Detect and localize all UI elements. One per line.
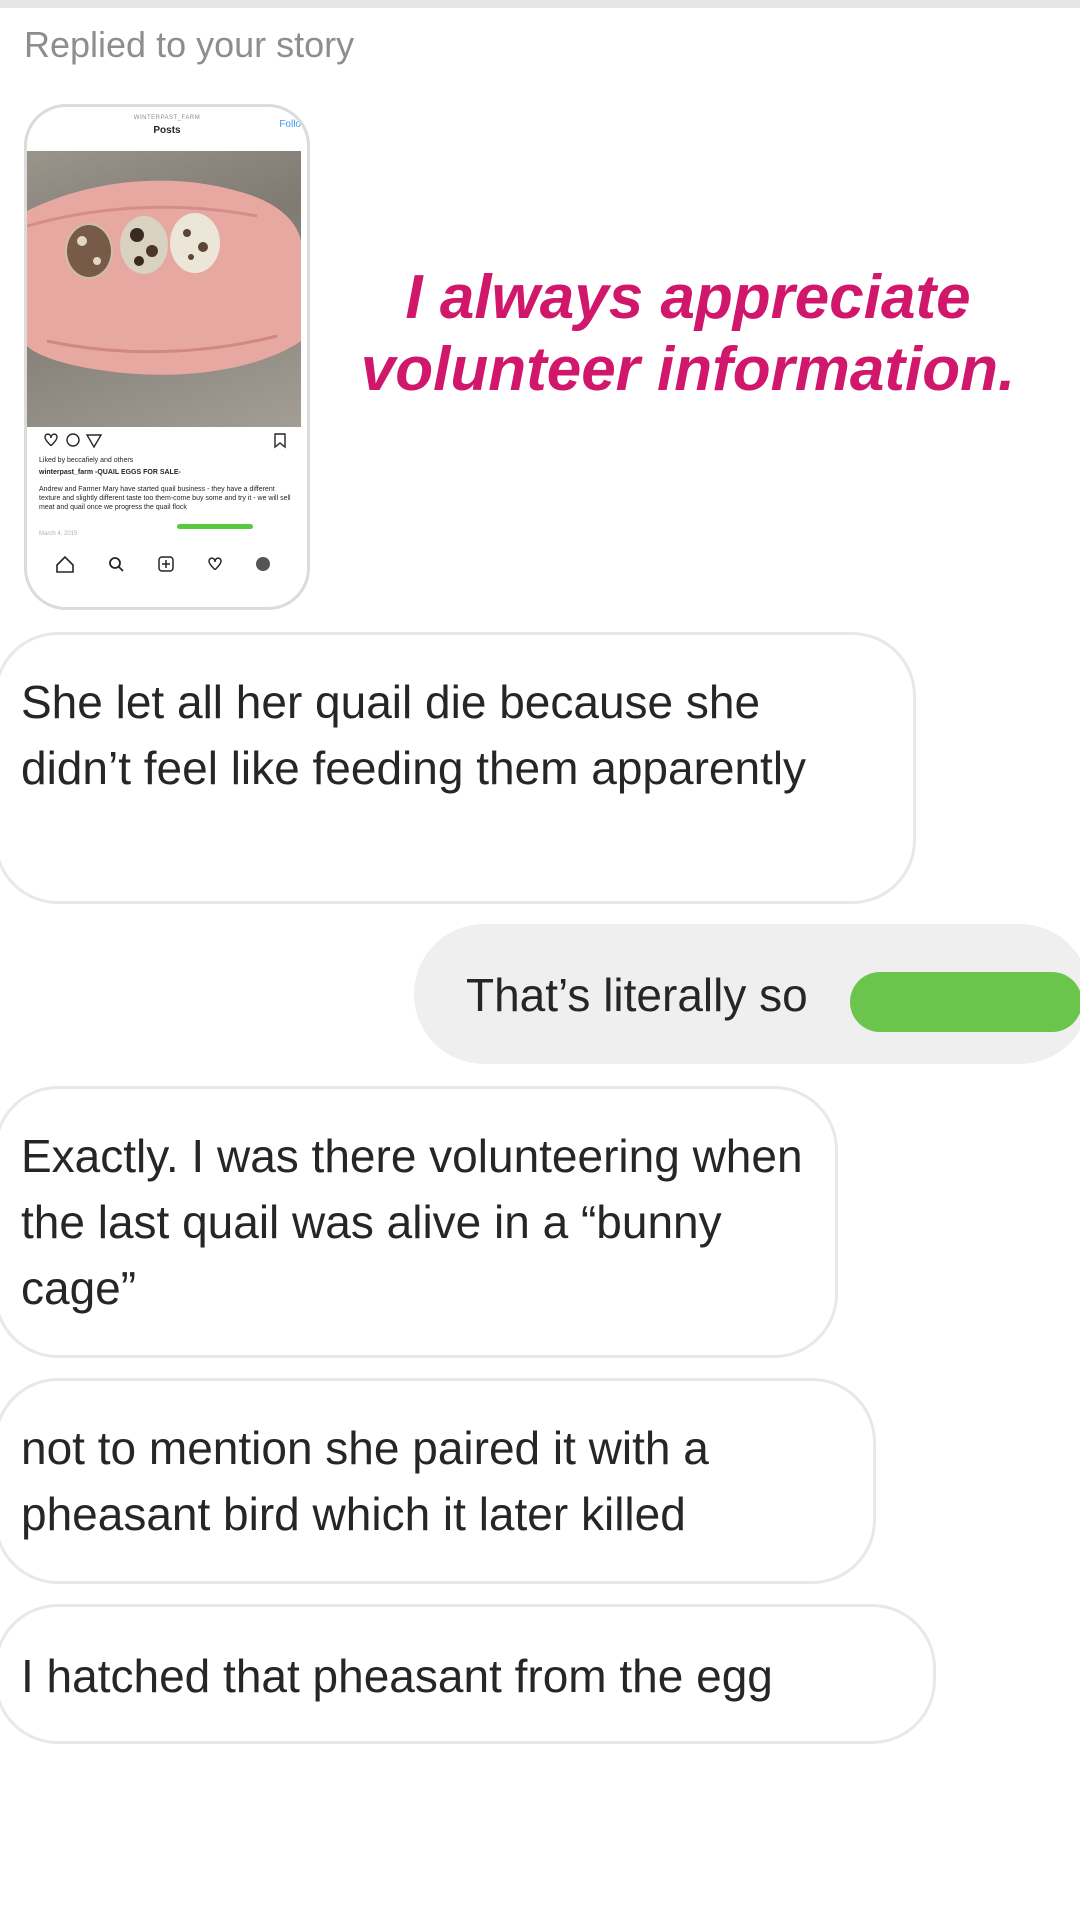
message-bubble-incoming[interactable]: I hatched that pheasant from the egg	[0, 1604, 936, 1744]
caption-highlight-underline	[177, 524, 253, 529]
story-follow-link: Follo	[279, 119, 301, 130]
censor-mark	[850, 972, 1080, 1032]
add-icon	[158, 556, 174, 572]
story-preview-card[interactable]: WINTERPAST_FARM Posts Follo Liked by bec…	[24, 104, 310, 610]
message-bubble-incoming[interactable]: She let all her quail die because she di…	[0, 632, 916, 904]
story-caption: Andrew and Farmer Mary have started quai…	[39, 486, 291, 511]
share-icon	[85, 434, 103, 449]
story-post-title: winterpast_farm -QUAIL EGGS FOR SALE-	[39, 469, 181, 476]
story-date: March 4, 2015	[39, 531, 78, 537]
search-icon	[109, 557, 124, 572]
story-post-actions	[39, 431, 291, 451]
profile-icon	[256, 557, 270, 571]
bookmark-icon	[274, 433, 286, 449]
quail-eggs-photo	[27, 151, 301, 427]
message-bubble-incoming[interactable]: not to mention she paired it with a phea…	[0, 1378, 876, 1584]
story-liked-by: Liked by beccafiely and others	[39, 457, 134, 464]
story-bottom-nav	[43, 551, 283, 577]
replied-to-story-label: Replied to your story	[24, 24, 355, 65]
story-overlay-text: I always appreciate volunteer informatio…	[360, 263, 1016, 404]
story-account-name: WINTERPAST_FARM	[133, 115, 201, 121]
message-bubble-incoming[interactable]: Exactly. I was there volunteering when t…	[0, 1086, 838, 1358]
heart-icon	[208, 557, 222, 571]
home-icon	[56, 555, 74, 573]
story-posts-title: Posts	[153, 125, 181, 136]
top-divider	[0, 0, 1080, 8]
comment-icon	[66, 433, 80, 447]
heart-icon	[44, 433, 58, 447]
